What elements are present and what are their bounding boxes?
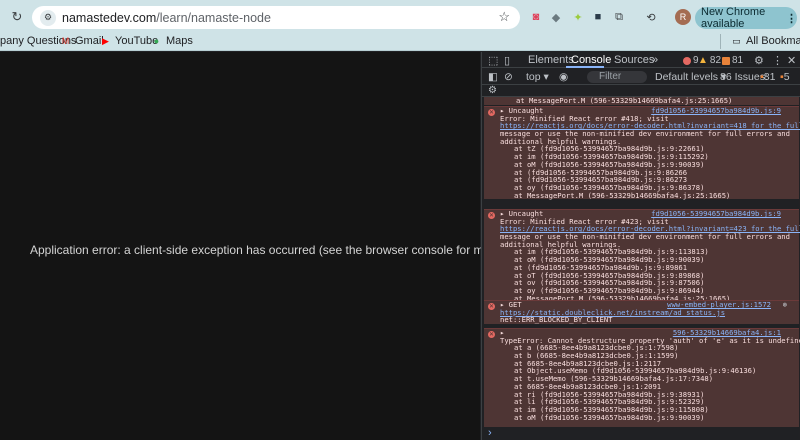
bookmark-star-icon[interactable]: ☆ <box>498 9 510 25</box>
extension-icon[interactable]: ◆ <box>548 9 564 25</box>
more-tabs-icon[interactable]: » <box>652 54 658 66</box>
source-link[interactable]: fd9d1056-53994657ba984d9b.js:9 <box>651 107 781 115</box>
tab-sources[interactable]: Sources <box>614 54 654 66</box>
console-error-message[interactable]: ✕ ▸ 596-53329b14669bafa4.js:1 TypeError:… <box>484 328 800 427</box>
tab-console[interactable]: Console <box>571 54 611 66</box>
error-count-badge[interactable]: 9 <box>683 55 699 66</box>
context-selector[interactable]: top ▾ <box>526 71 549 83</box>
bookmark-item-youtube[interactable]: ▶ YouTube <box>100 35 158 47</box>
console-error-message[interactable]: ✕ ▸ Uncaught fd9d1056-53994657ba984d9b.js… <box>484 209 800 303</box>
bookmark-item-maps[interactable]: ● Maps <box>151 35 193 47</box>
youtube-icon: ▶ <box>102 35 109 46</box>
profile-avatar[interactable]: R <box>675 9 691 25</box>
tab-elements[interactable]: Elements <box>528 54 574 66</box>
stack-frame[interactable]: at MessagePort.M (596-53329b14669bafa4.j… <box>484 191 799 200</box>
browser-toolbar: ↻ ⚙ namastedev.com/learn/namaste-node ☆ … <box>0 0 800 34</box>
console-error-message[interactable]: ✕ ▸ Uncaught fd9d1056-53994657ba984d9b.js… <box>484 106 800 200</box>
folder-icon: ▭ <box>732 35 741 46</box>
page-viewport: Application error: a client-side excepti… <box>0 52 571 440</box>
source-link[interactable]: fd9d1056-53994657ba984d9b.js:9 <box>651 210 781 218</box>
live-expression-eye-icon[interactable]: ◉ <box>559 71 568 83</box>
console-settings-gear-icon[interactable]: ⚙ <box>488 85 497 96</box>
devtools-panel: ⬚ ▯ Elements Console Sources » 9 ▲ 82 81 … <box>481 52 800 440</box>
bookmarks-divider <box>720 34 721 49</box>
settings-gear-icon[interactable]: ⚙ <box>754 54 764 67</box>
message-text: net::ERR_BLOCKED_BY_CLIENT <box>500 315 613 325</box>
device-toolbar-icon[interactable]: ▯ <box>504 54 510 67</box>
console-filter-input[interactable]: Filter <box>587 71 647 83</box>
bookmarks-bar: pany Questions M Gmail ▶ YouTube ● Maps ▭ Al… <box>0 34 800 51</box>
console-message-continued: at MessagePort.M (596-53329b14669bafa4.j… <box>484 97 799 105</box>
clear-console-icon[interactable]: ⊘ <box>504 71 513 83</box>
address-bar[interactable]: ⚙ namastedev.com/learn/namaste-node ☆ <box>32 6 520 29</box>
site-info-icon[interactable]: ⚙ <box>40 9 56 26</box>
all-bookmarks-button[interactable]: ▭All Bookmarks <box>731 35 800 47</box>
url-text: namastedev.com/learn/namaste-node <box>62 10 271 25</box>
stack-frame: at MessagePort.M (596-53329b14669bafa4.j… <box>516 96 733 105</box>
bookmark-item-gmail[interactable]: M Gmail <box>60 35 104 47</box>
sparkle-extension-icon[interactable]: ✦ <box>570 9 586 25</box>
maps-pin-icon: ● <box>153 36 160 46</box>
stack-frame[interactable]: at oM (fd9d1056-53994657ba984d9b.js:9:90… <box>484 413 799 422</box>
menu-dots-icon[interactable]: ⋮ <box>786 12 797 25</box>
network-request-icon[interactable]: ⊛ <box>783 301 787 309</box>
console-filter-bar: ◧ ⊘ top ▾ ◉ Filter Default levels ▾ 86 I… <box>482 69 800 85</box>
reload-icon[interactable]: ↻ <box>6 6 28 28</box>
log-levels-dropdown[interactable]: Default levels ▾ <box>655 71 726 83</box>
pocket-extension-icon[interactable]: ◙ <box>528 9 544 25</box>
active-tab-indicator <box>566 66 604 68</box>
devtools-tab-bar: ⬚ ▯ Elements Console Sources » 9 ▲ 82 81 … <box>482 52 800 68</box>
warning-count-badge[interactable]: ▲ 82 <box>698 55 721 66</box>
gmail-icon: M <box>61 36 70 46</box>
sidebar-toggle-icon[interactable]: ◧ <box>488 71 498 83</box>
close-devtools-icon[interactable]: ✕ <box>787 54 796 67</box>
extensions-puzzle-icon[interactable]: ⧉ <box>611 9 627 25</box>
console-network-error[interactable]: ✕ ▸ GET www-embed-player.js:1572 ⊛ https:/… <box>484 300 799 325</box>
dark-extension-icon[interactable]: ■ <box>590 9 606 25</box>
history-icon[interactable]: ⟲ <box>643 9 659 25</box>
issues-info-badge[interactable]: ▪5 <box>780 71 790 83</box>
info-count-badge[interactable]: 81 <box>722 55 743 66</box>
console-input-prompt[interactable]: › <box>488 427 492 439</box>
new-chrome-available-button[interactable]: New Chrome available ⋮ <box>695 6 797 30</box>
console-log-area: at MessagePort.M (596-53329b14669bafa4.j… <box>484 97 800 427</box>
issues-errors-badge[interactable]: ▪81 <box>760 71 775 83</box>
more-options-icon[interactable]: ⋮ <box>772 54 783 67</box>
inspect-element-icon[interactable]: ⬚ <box>488 54 498 67</box>
